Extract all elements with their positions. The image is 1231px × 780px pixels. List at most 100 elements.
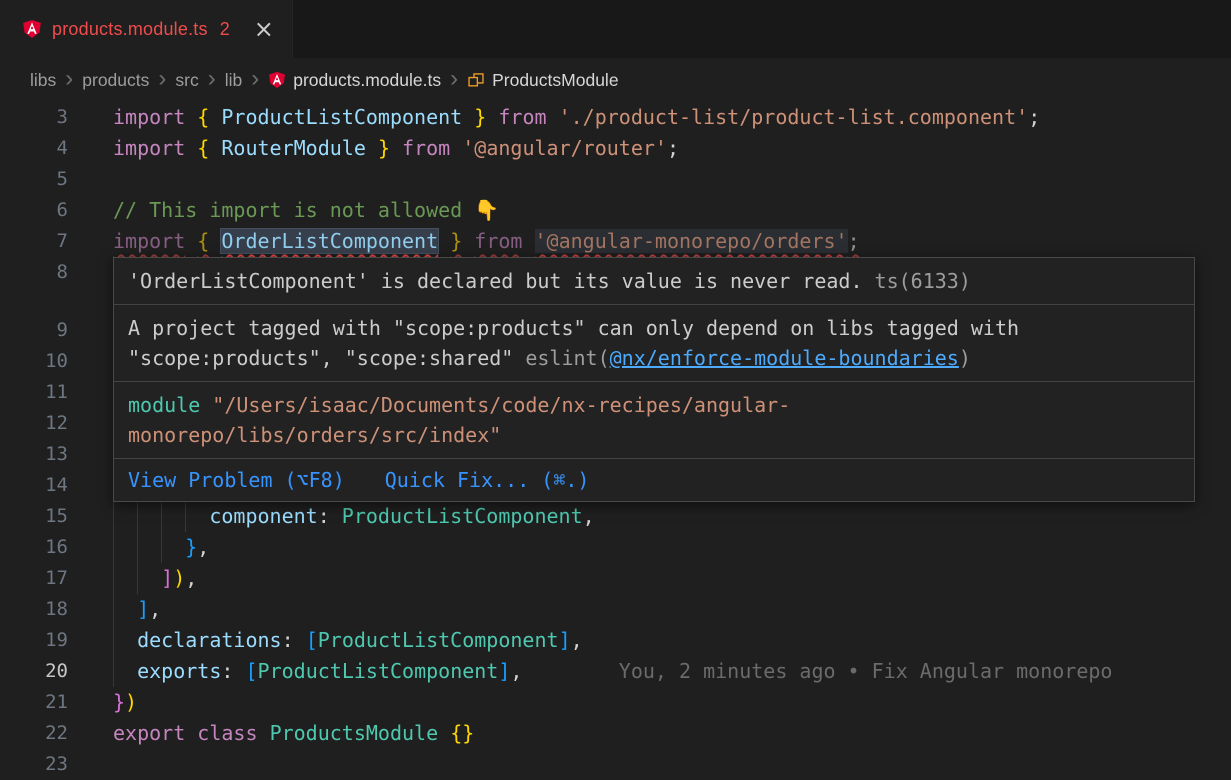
code-token: , xyxy=(510,659,522,683)
indent-guide xyxy=(113,532,114,563)
code-token: export xyxy=(113,721,185,745)
chevron-right-icon: › xyxy=(450,67,458,94)
quick-fix-action[interactable]: Quick Fix... (⌘.) xyxy=(385,465,590,495)
breadcrumb: libs › products › src › lib › products.m… xyxy=(0,58,1231,102)
code-token xyxy=(209,136,221,160)
code-token: OrderListComponent xyxy=(221,229,438,253)
code-token xyxy=(185,721,197,745)
indent-guide xyxy=(113,563,114,594)
indent-guide xyxy=(161,532,162,563)
indent-guide xyxy=(137,532,138,563)
class-symbol-icon xyxy=(467,71,485,89)
breadcrumb-item-src[interactable]: src xyxy=(175,70,198,91)
line-content: component: ProductListComponent, xyxy=(113,501,595,532)
line-number: 22 xyxy=(0,718,68,749)
line-number: 23 xyxy=(0,749,68,780)
diagnostic-eslint-line2: "scope:products", "scope:shared" eslint(… xyxy=(128,343,1180,373)
breadcrumb-item-lib[interactable]: lib xyxy=(225,70,243,91)
diagnostic-ts-message: 'OrderListComponent' is declared but its… xyxy=(128,269,863,293)
diagnostic-eslint: A project tagged with "scope:products" c… xyxy=(114,305,1194,382)
line-number: 8 xyxy=(0,257,68,288)
line-number: 16 xyxy=(0,532,68,563)
code-line-23[interactable]: 23 xyxy=(0,749,1231,780)
code-token xyxy=(113,535,185,559)
code-line-5[interactable]: 5 xyxy=(0,164,1231,195)
indent-guide xyxy=(185,501,186,532)
code-token: ] xyxy=(498,659,510,683)
breadcrumb-item-products[interactable]: products xyxy=(82,70,149,91)
code-token: , xyxy=(571,628,583,652)
code-token: ] xyxy=(559,628,571,652)
code-token: , xyxy=(583,504,595,528)
chevron-right-icon: › xyxy=(251,67,259,94)
indent-guide xyxy=(113,594,114,625)
code-line-19[interactable]: 19 declarations: [ProductListComponent], xyxy=(0,625,1231,656)
code-token: [ xyxy=(245,659,257,683)
line-number: 5 xyxy=(0,164,68,195)
tab-bar: products.module.ts 2 × xyxy=(0,0,1231,58)
code-line-6[interactable]: 6// This import is not allowed 👇 xyxy=(0,195,1231,226)
line-content: import { RouterModule } from '@angular/r… xyxy=(113,133,679,164)
code-token: [ xyxy=(306,628,318,652)
code-token: ) xyxy=(125,690,137,714)
code-token: ProductListComponent xyxy=(221,105,462,129)
code-token: { xyxy=(197,105,209,129)
code-token: ] xyxy=(161,566,173,590)
code-token xyxy=(366,136,378,160)
code-line-15[interactable]: 15 component: ProductListComponent, xyxy=(0,501,1231,532)
code-line-22[interactable]: 22export class ProductsModule {} xyxy=(0,718,1231,749)
code-token: ProductListComponent xyxy=(258,659,499,683)
code-token: import xyxy=(113,136,185,160)
line-number: 21 xyxy=(0,687,68,718)
code-line-18[interactable]: 18 ], xyxy=(0,594,1231,625)
line-content: exports: [ProductListComponent],You, 2 m… xyxy=(113,656,1112,687)
line-content: }, xyxy=(113,532,209,563)
code-token: : xyxy=(318,504,342,528)
code-token: , xyxy=(185,566,197,590)
tab-bar-empty-space xyxy=(293,0,1231,58)
code-token: { xyxy=(197,136,209,160)
code-token xyxy=(258,721,270,745)
editor[interactable]: 3import { ProductListComponent } from '.… xyxy=(0,102,1231,780)
code-token: import xyxy=(113,229,185,253)
code-token: { xyxy=(197,229,209,253)
code-token: ProductsModule xyxy=(270,721,439,745)
breadcrumb-item-libs[interactable]: libs xyxy=(30,70,56,91)
code-token: ] xyxy=(137,597,149,621)
hover-actions: View Problem (⌥F8) Quick Fix... (⌘.) xyxy=(114,459,1194,501)
breadcrumb-item-symbol[interactable]: ProductsModule xyxy=(467,70,618,91)
code-line-20[interactable]: 20 exports: [ProductListComponent],You, … xyxy=(0,656,1231,687)
line-number: 6 xyxy=(0,195,68,226)
view-problem-action[interactable]: View Problem (⌥F8) xyxy=(128,465,345,495)
code-line-16[interactable]: 16 }, xyxy=(0,532,1231,563)
tab-problems-badge: 2 xyxy=(220,19,230,40)
close-icon[interactable]: × xyxy=(254,17,274,41)
code-token xyxy=(209,105,221,129)
line-number: 15 xyxy=(0,501,68,532)
breadcrumb-item-file[interactable]: products.module.ts xyxy=(268,70,441,91)
code-token xyxy=(185,229,197,253)
line-content: }) xyxy=(113,687,137,718)
code-token: ; xyxy=(667,136,679,160)
line-number: 12 xyxy=(0,408,68,439)
code-token: {} xyxy=(450,721,474,745)
code-token xyxy=(438,229,450,253)
code-token: } xyxy=(450,229,462,253)
line-content: declarations: [ProductListComponent], xyxy=(113,625,583,656)
code-token: } xyxy=(113,690,125,714)
code-token: declarations xyxy=(137,628,282,652)
angular-icon xyxy=(22,19,42,39)
code-token: '@angular/router' xyxy=(462,136,667,160)
code-token xyxy=(113,628,137,652)
code-line-7[interactable]: 7import { OrderListComponent } from '@an… xyxy=(0,226,1231,257)
line-content: ]), xyxy=(113,563,197,594)
code-line-17[interactable]: 17 ]), xyxy=(0,563,1231,594)
code-line-21[interactable]: 21}) xyxy=(0,687,1231,718)
code-line-3[interactable]: 3import { ProductListComponent } from '.… xyxy=(0,102,1231,133)
code-token: ; xyxy=(848,229,860,253)
tab-products-module[interactable]: products.module.ts 2 × xyxy=(0,0,293,58)
indent-guide xyxy=(137,501,138,532)
code-line-4[interactable]: 4import { RouterModule } from '@angular/… xyxy=(0,133,1231,164)
diagnostic-ts-source: ts(6133) xyxy=(863,269,971,293)
eslint-rule-link[interactable]: @nx/enforce-module-boundaries xyxy=(610,346,959,370)
